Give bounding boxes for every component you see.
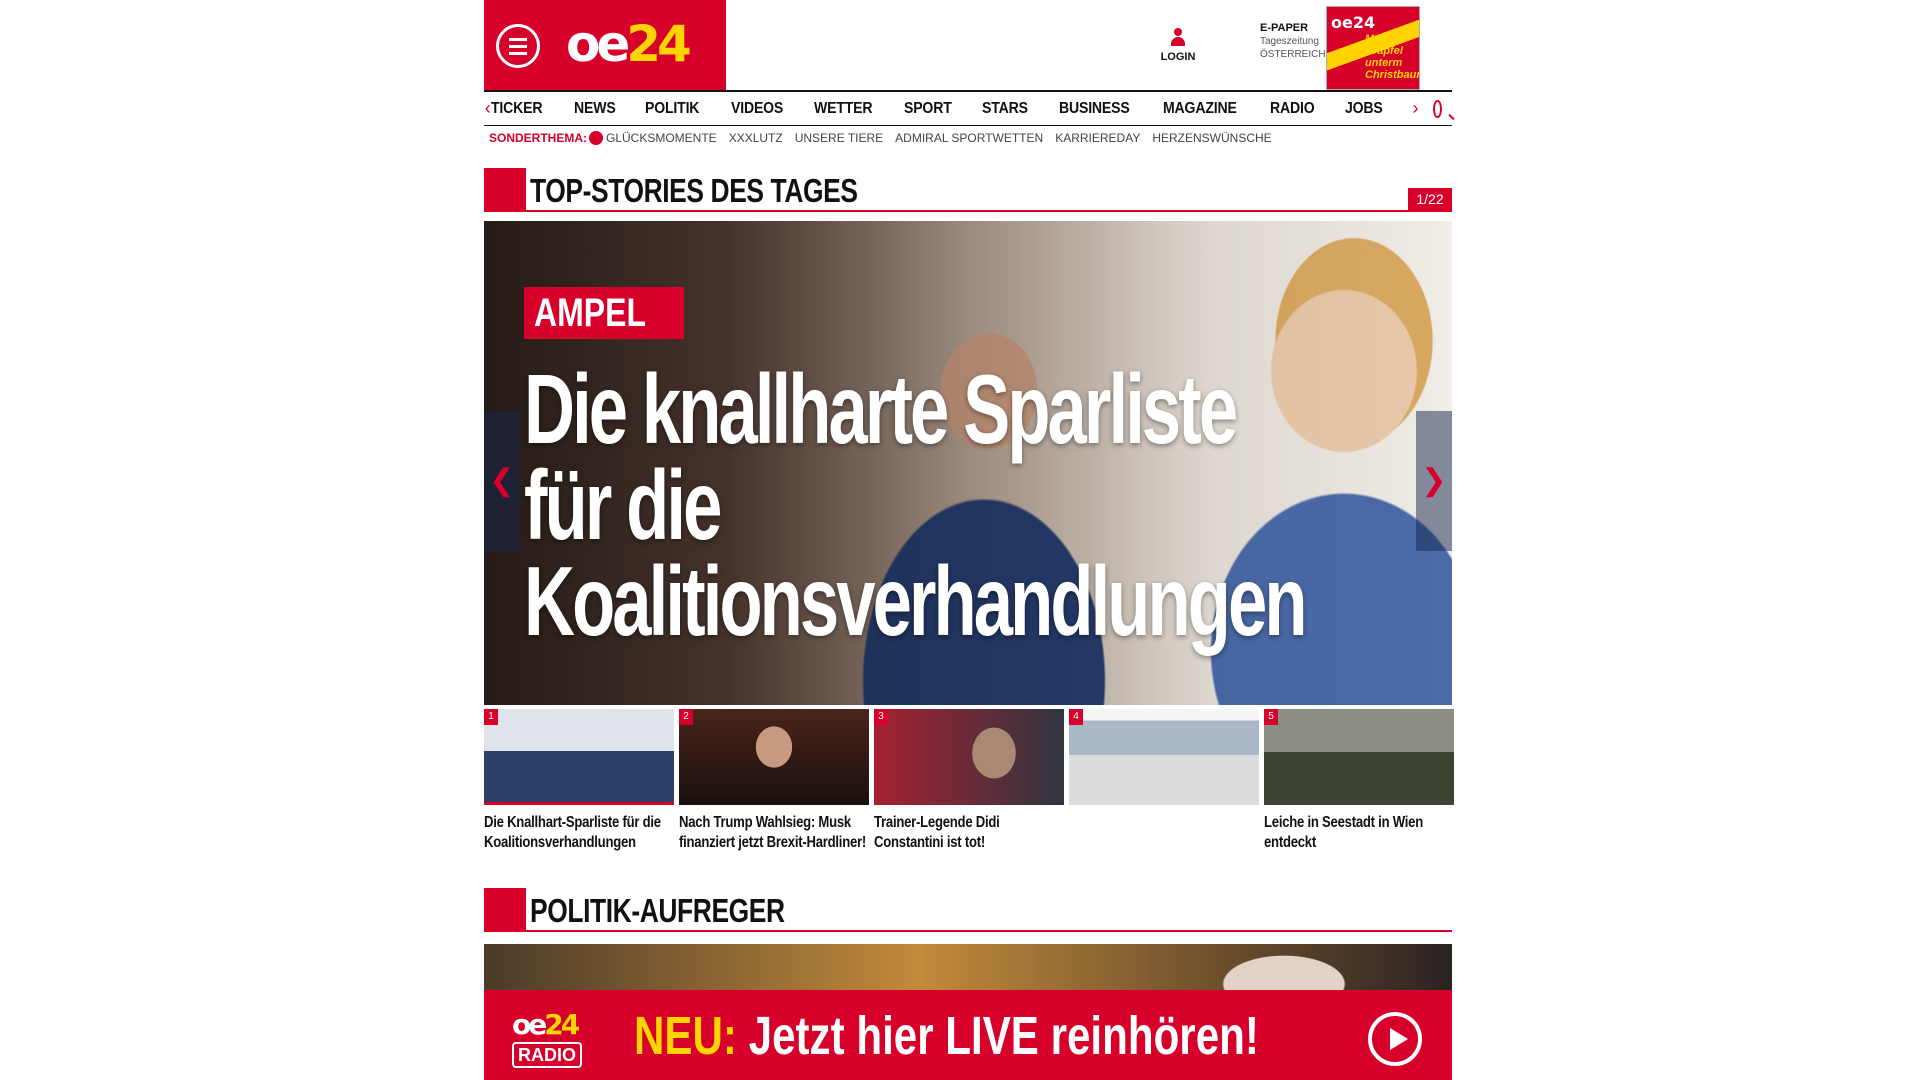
radio-new-label: NEU: xyxy=(634,1006,737,1066)
subnav-item-herzenswuensche[interactable]: HERZENSWÜNSCHE xyxy=(1152,131,1271,145)
thumb-image: 3 xyxy=(874,709,1064,805)
nav-item-videos[interactable]: VIDEOS xyxy=(731,100,783,118)
subnav: SONDERTHEMA: GLÜCKSMOMENTE XXXLUTZ UNSER… xyxy=(489,130,1284,146)
slide-counter: 1/22 xyxy=(1408,188,1452,210)
main-nav: ‹ TICKER NEWS POLITIK VIDEOS WETTER SPOR… xyxy=(484,90,1452,126)
story-thumb-4[interactable]: 4 xyxy=(1069,709,1259,853)
oe24-logo[interactable]: oe24 xyxy=(566,15,692,73)
thumb-caption[interactable]: Die Knallhart-Sparliste für die Koalitio… xyxy=(484,813,673,853)
epaper-line2: ÖSTERREICH xyxy=(1260,49,1326,60)
section-title: POLITIK-AUFREGER xyxy=(530,892,785,929)
user-icon xyxy=(1171,28,1185,48)
epaper-cover-headline: Meine Krapfel unterm Christbaum xyxy=(1365,33,1419,81)
thumb-number: 2 xyxy=(679,709,693,725)
radio-banner[interactable]: oe24 RADIO NEU: Jetzt hier LIVE reinhöre… xyxy=(484,990,1452,1080)
radio-logo-oe: oe xyxy=(512,1008,547,1041)
epaper-title: E-PAPER xyxy=(1260,22,1309,34)
page: oe24 LOGIN E-PAPER Tageszeitung ÖSTERREI… xyxy=(484,0,1454,1080)
thumb-caption[interactable]: Trainer-Legende Didi Constantini ist tot… xyxy=(874,813,1063,853)
login-button[interactable]: LOGIN xyxy=(1160,28,1196,63)
search-icon[interactable] xyxy=(1433,99,1442,118)
play-icon[interactable] xyxy=(1368,1012,1422,1066)
oe24-radio-logo: oe24 RADIO xyxy=(512,1008,602,1068)
nav-item-politik[interactable]: POLITIK xyxy=(645,100,699,118)
story-thumb-5[interactable]: 5 Leiche in Seestadt in Wien entdeckt xyxy=(1264,709,1454,853)
epaper-link[interactable]: E-PAPER Tageszeitung ÖSTERREICH xyxy=(1260,22,1326,61)
hero-story[interactable]: AMPEL Die knallharte Sparliste für die K… xyxy=(484,221,1452,705)
nav-item-news[interactable]: NEWS xyxy=(574,100,616,118)
nav-item-radio[interactable]: RADIO xyxy=(1270,100,1315,118)
menu-icon[interactable] xyxy=(496,24,540,68)
chevron-right-icon[interactable]: ❯ xyxy=(1416,411,1452,551)
subnav-item-xxxlutz[interactable]: XXXLUTZ xyxy=(729,131,783,145)
subnav-item-admiral[interactable]: ADMIRAL SPORTWETTEN xyxy=(895,131,1043,145)
nav-item-ticker[interactable]: TICKER xyxy=(491,100,543,118)
story-thumb-3[interactable]: 3 Trainer-Legende Didi Constantini ist t… xyxy=(874,709,1064,853)
section-underline xyxy=(526,210,1452,212)
radio-logo-24: 24 xyxy=(544,1008,580,1041)
nav-item-wetter[interactable]: WETTER xyxy=(814,100,873,118)
nav-item-jobs[interactable]: JOBS xyxy=(1345,100,1383,118)
nav-item-sport[interactable]: SPORT xyxy=(904,100,952,118)
radio-logo-label: RADIO xyxy=(512,1042,582,1068)
story-thumb-2[interactable]: 2 Nach Trump Wahlsieg: Musk finanziert j… xyxy=(679,709,869,853)
thumb-image: 5 xyxy=(1264,709,1454,805)
thumb-image: 2 xyxy=(679,709,869,805)
section-marker xyxy=(484,888,526,932)
section-underline xyxy=(526,930,1452,932)
logo-block: oe24 xyxy=(484,0,726,90)
radio-banner-text: NEU: Jetzt hier LIVE reinhören! xyxy=(634,1008,1259,1064)
subnav-item-unsere-tiere[interactable]: UNSERE TIERE xyxy=(795,131,883,145)
thumb-image: 1 xyxy=(484,709,674,805)
chevron-right-icon[interactable]: › xyxy=(1412,98,1419,119)
subnav-item-karriereday[interactable]: KARRIEREDAY xyxy=(1055,131,1140,145)
subnav-item-gluecksmomente[interactable]: GLÜCKSMOMENTE xyxy=(606,131,717,145)
thumb-number: 1 xyxy=(484,709,498,725)
story-thumb-1[interactable]: 1 Die Knallhart-Sparliste für die Koalit… xyxy=(484,709,674,853)
subnav-label: SONDERTHEMA: xyxy=(489,131,587,145)
thumb-number: 4 xyxy=(1069,709,1083,725)
section-title: TOP-STORIES DES TAGES xyxy=(530,172,858,209)
hero-tag-label: AMPEL xyxy=(534,291,646,335)
epaper-line1: Tageszeitung xyxy=(1260,36,1319,47)
nav-item-stars[interactable]: STARS xyxy=(982,100,1028,118)
nav-item-business[interactable]: BUSINESS xyxy=(1059,100,1130,118)
chevron-left-icon[interactable]: ❮ xyxy=(484,411,520,551)
thumb-image: 4 xyxy=(1069,709,1259,805)
epaper-cover-logo: oe24 xyxy=(1331,13,1376,32)
hero-tag: AMPEL xyxy=(524,287,684,339)
thumb-caption[interactable]: Leiche in Seestadt in Wien entdeckt xyxy=(1264,813,1453,853)
radio-cta-text: Jetzt hier LIVE reinhören! xyxy=(748,1006,1259,1066)
epaper-cover[interactable]: oe24 Meine Krapfel unterm Christbaum xyxy=(1326,6,1420,90)
logo-text-24: 24 xyxy=(626,15,692,73)
section-topstories-header: TOP-STORIES DES TAGES 1/22 xyxy=(484,168,1452,212)
thumb-number: 3 xyxy=(874,709,888,725)
hero-headline[interactable]: Die knallharte Sparliste für die Koaliti… xyxy=(524,360,1307,650)
section-politik-header: POLITIK-AUFREGER xyxy=(484,888,1452,932)
heart-icon xyxy=(589,131,603,145)
logo-text-oe: oe xyxy=(566,15,630,73)
login-label: LOGIN xyxy=(1160,51,1196,63)
section-marker xyxy=(484,168,526,212)
nav-item-magazine[interactable]: MAGAZINE xyxy=(1163,100,1237,118)
thumb-caption[interactable]: Nach Trump Wahlsieg: Musk finanziert jet… xyxy=(679,813,868,853)
story-thumbnails: 1 Die Knallhart-Sparliste für die Koalit… xyxy=(484,709,1454,853)
thumb-number: 5 xyxy=(1264,709,1278,725)
